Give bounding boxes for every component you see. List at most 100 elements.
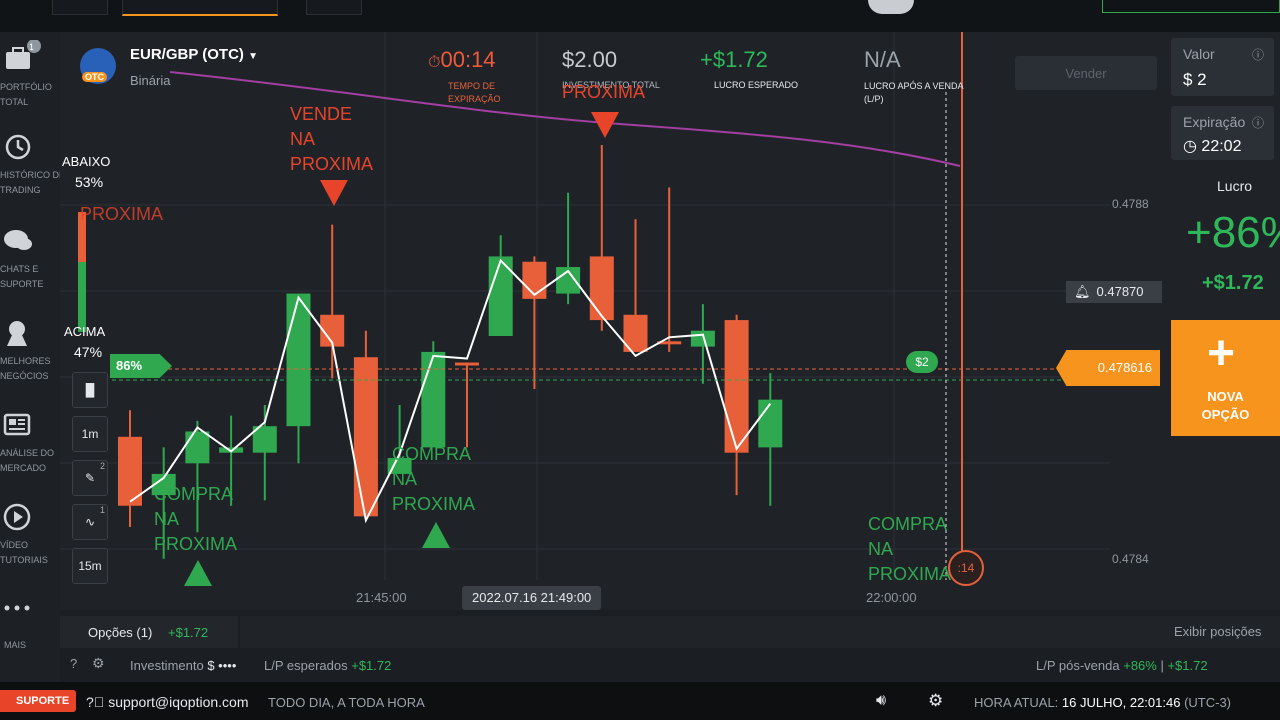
payout-badge: 86% <box>110 354 172 378</box>
expiry-timer: ⏱00:14 <box>428 47 496 73</box>
investment-summary-label: Investimento <box>130 658 204 673</box>
trade-amount-marker[interactable]: $2 <box>906 351 938 373</box>
chart-type-button[interactable]: ▐▌ <box>72 372 108 408</box>
help-circle-icon: ?⃝ <box>86 694 105 710</box>
sidebar-item-more[interactable]: MAIS <box>0 598 60 650</box>
sidebar-item-label: CHATS E SUPORTE <box>0 264 44 289</box>
interval-button[interactable]: 1m <box>72 416 108 452</box>
time-tick-2: 22:00:00 <box>866 590 917 605</box>
sell-button[interactable]: Vender <box>1015 56 1157 90</box>
investment-summary: Investimento $ •••• <box>130 658 236 673</box>
sell-annotation-top: PROXIMA <box>562 82 646 102</box>
sidebar-item-chats[interactable]: CHATS E SUPORTE <box>0 226 60 300</box>
sell-arrow-icon <box>320 180 348 206</box>
positions-header <box>240 616 1280 648</box>
value-input-box[interactable]: Valor ⓘ $ 2 <box>1171 38 1274 96</box>
buy-annotation-2: COMPRA NA PROXIMA <box>392 444 476 514</box>
candles-icon: ▐▌ <box>81 383 99 397</box>
new-option-button[interactable]: + NOVA OPÇÃO <box>1171 320 1280 436</box>
bell-icon: 🔔︎ <box>1074 284 1091 299</box>
sidebar-item-portfolio[interactable]: 1 PORTFÓLIO TOTAL <box>0 40 60 114</box>
lp-expected-label: L/P esperados <box>264 658 348 673</box>
clock-icon: ◷ <box>1183 138 1197 155</box>
profit-pct: +86% <box>1186 208 1280 257</box>
price-tick-1: 0.4788 <box>1112 197 1149 211</box>
timer-label: TEMPO DE EXPIRAÇÃO <box>448 81 501 104</box>
alert-price-label[interactable]: 🔔︎ 0.47870 <box>1066 281 1162 303</box>
expected-profit-value: +$1.72 <box>700 47 768 72</box>
after-sale-label: LUCRO APÓS A VENDA (L/P) <box>864 81 964 104</box>
investment-summary-value: $ •••• <box>207 658 237 673</box>
alert-price-value: 0.47870 <box>1096 284 1144 299</box>
expiry-input[interactable]: ◷ 22:02 <box>1183 136 1241 156</box>
settings-gear-icon[interactable]: ⚙ <box>928 691 943 711</box>
chat-icon <box>4 230 32 250</box>
indicator-button[interactable]: ∿ 1 <box>72 504 108 540</box>
user-badge-icon <box>7 321 27 346</box>
asset-selector[interactable]: EUR/GBP (OTC) ▼ <box>130 46 258 63</box>
sidebar-item-history[interactable]: HISTÓRICO DE TRADING <box>0 132 65 206</box>
chart-area[interactable]: OTC EUR/GBP (OTC) ▼ Binária ⏱00:14 TEMPO… <box>60 32 1168 610</box>
timezone: (UTC-3) <box>1184 695 1232 710</box>
lp-after-summary: L/P pós-venda +86% | +$1.72 <box>1036 658 1208 673</box>
options-tab-profit: +$1.72 <box>168 625 209 640</box>
asset-type: Binária <box>130 73 171 88</box>
buy-annotation-3: COMPRA NA PROXIMA <box>868 514 952 584</box>
sidebar-item-label: MAIS <box>4 640 27 650</box>
above-pct: 47% <box>74 344 103 360</box>
timer-value: 00:14 <box>440 47 496 72</box>
show-positions-link[interactable]: Exibir posições <box>1174 624 1261 639</box>
support-tagline: TODO DIA, A TODA HORA <box>268 695 425 710</box>
volume-icon[interactable]: 🔊︎ <box>876 692 886 710</box>
buy-annotation-1: COMPRA NA PROXIMA <box>154 484 238 554</box>
candle-body <box>353 357 378 517</box>
value-input[interactable]: $ 2 <box>1183 70 1207 90</box>
settings-icon[interactable]: ⚙ <box>92 655 105 672</box>
sidebar-item-label: ANÁLISE DO MERCADO <box>0 448 55 473</box>
info-icon[interactable]: ⓘ <box>1252 114 1264 131</box>
buy-arrow-icon <box>184 560 212 586</box>
top-tab-active[interactable] <box>122 0 278 16</box>
otc-badge: OTC <box>82 72 107 82</box>
timeframe-button[interactable]: 15m <box>72 548 108 584</box>
lp-expected-value: +$1.72 <box>351 658 392 673</box>
asset-name: EUR/GBP (OTC) <box>130 46 244 63</box>
timer-icon: ⏱ <box>428 54 441 71</box>
support-email[interactable]: ?⃝ support@iqoption.com <box>86 694 248 710</box>
sidebar-item-label: PORTFÓLIO TOTAL <box>0 82 52 107</box>
expiry-input-box[interactable]: Expiração ⓘ ◷ 22:02 <box>1171 106 1274 160</box>
history-icon <box>5 134 31 160</box>
candle-body <box>185 431 210 464</box>
deposit-button[interactable] <box>1102 0 1280 13</box>
help-icon[interactable]: ? <box>70 656 77 671</box>
investment-value: $2.00 <box>562 47 618 72</box>
draw-badge: 2 <box>99 461 105 471</box>
after-sale-value: N/A <box>864 47 901 72</box>
candle-body <box>421 351 446 448</box>
support-button[interactable]: SUPORTE <box>0 690 76 712</box>
top-tab[interactable] <box>306 0 362 15</box>
expiry-value: 22:02 <box>1201 138 1242 155</box>
pencil-icon: ✎ <box>84 471 96 485</box>
sell-annotation: VENDE NA PROXIMA <box>290 104 374 174</box>
top-tab[interactable] <box>52 0 108 15</box>
info-icon[interactable]: ⓘ <box>1252 46 1264 63</box>
lp-after-label: L/P pós-venda <box>1036 658 1120 673</box>
chart-overlays <box>78 32 1160 586</box>
footer: SUPORTE ?⃝ support@iqoption.com TODO DIA… <box>0 682 1280 720</box>
sidebar-item-best-deals[interactable]: MELHORES NEGÓCIOS <box>0 318 60 392</box>
play-icon <box>3 503 31 531</box>
sidebar-item-market-analysis[interactable]: ANÁLISE DO MERCADO <box>0 410 60 484</box>
below-pct: 53% <box>75 174 104 190</box>
sidebar-item-video-tutorials[interactable]: VÍDEO TUTORIAIS <box>0 502 60 576</box>
support-email-text: support@iqoption.com <box>108 694 249 710</box>
sidebar-item-label: VÍDEO TUTORIAIS <box>0 540 48 565</box>
trade-panel: Valor ⓘ $ 2 Expiração ⓘ ◷ 22:02 Lucro +8… <box>1168 32 1280 610</box>
avatar[interactable] <box>868 0 914 14</box>
draw-tool-button[interactable]: ✎ 2 <box>72 460 108 496</box>
positions-bar: Opções (1) +$1.72 Exibir posições ? ⚙ In… <box>60 610 1280 682</box>
candle-body <box>724 320 749 453</box>
more-icon <box>4 605 30 611</box>
options-tab-label: Opções (1) <box>88 625 153 640</box>
options-tab[interactable]: Opções (1) +$1.72 <box>60 616 238 648</box>
